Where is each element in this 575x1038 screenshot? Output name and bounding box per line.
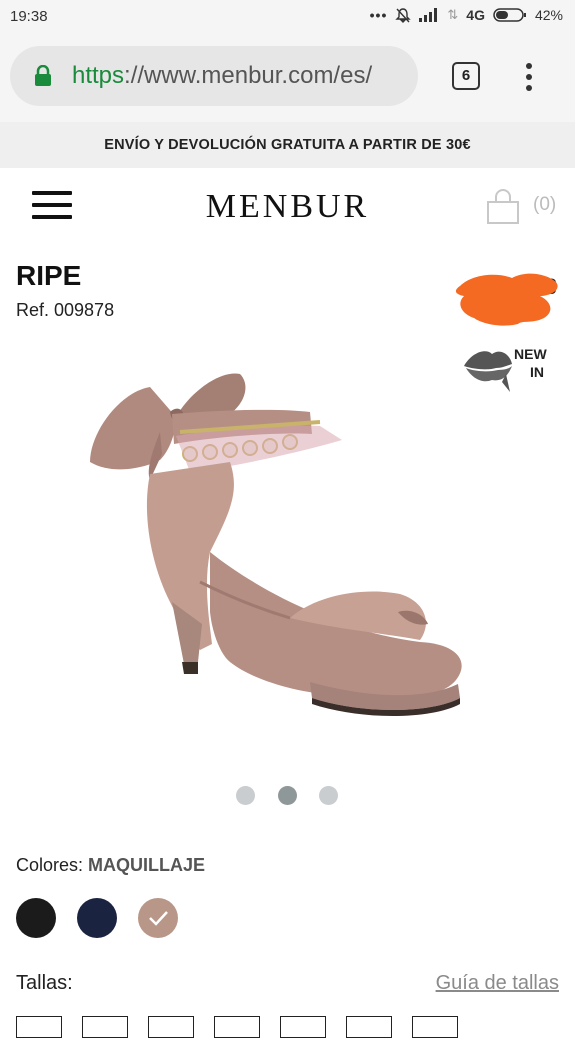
shopping-bag-icon[interactable]: [484, 188, 522, 226]
status-time: 19:38: [10, 8, 48, 25]
more-dots-icon: •••: [369, 7, 388, 23]
color-swatch-black[interactable]: [16, 898, 56, 938]
checkmark-icon: [149, 911, 168, 926]
address-bar[interactable]: https://www.menbur.com/es/: [10, 46, 418, 106]
signal-icon: [419, 8, 438, 22]
size-option[interactable]: [214, 1016, 260, 1038]
badge-in: IN: [530, 364, 544, 380]
network-type: 4G: [466, 7, 485, 23]
lock-icon: [35, 65, 51, 86]
badge-new: NEW: [514, 346, 547, 362]
size-option[interactable]: [346, 1016, 392, 1038]
colors-label: Colores: MAQUILLAJE: [16, 855, 205, 876]
size-option[interactable]: [412, 1016, 458, 1038]
color-swatch-maquillaje[interactable]: [138, 898, 178, 938]
status-bar: 19:38 ••• ⇅ 4G 42%: [0, 0, 575, 34]
battery-percent: 42%: [534, 7, 563, 23]
cart-count[interactable]: (0): [533, 194, 556, 216]
browser-toolbar: https://www.menbur.com/es/ 6: [0, 34, 575, 122]
promo-banner[interactable]: ENVÍO Y DEVOLUCIÓN GRATUITA A PARTIR DE …: [0, 122, 575, 168]
tab-switcher-button[interactable]: 6: [452, 62, 480, 90]
url-rest: ://www.menbur.com/es/: [124, 62, 373, 89]
product-reference: Ref. 009878: [16, 300, 115, 320]
url-scheme: https: [72, 62, 125, 89]
colors-label-text: Colores:: [16, 855, 84, 875]
gallery-dot-2[interactable]: [278, 786, 297, 805]
size-option[interactable]: [280, 1016, 326, 1038]
size-guide-link[interactable]: Guía de tallas: [436, 972, 559, 995]
selected-color-name: MAQUILLAJE: [88, 855, 206, 875]
data-arrows-icon: ⇅: [447, 7, 459, 22]
url-text[interactable]: https://www.menbur.com/es/: [72, 62, 414, 90]
bell-muted-icon: [395, 8, 412, 23]
status-icons: ••• ⇅ 4G 42%: [370, 7, 563, 23]
battery-icon: [493, 8, 526, 22]
gallery-dot-3[interactable]: [319, 786, 338, 805]
size-option[interactable]: [148, 1016, 194, 1038]
product-title: RIPE: [16, 260, 82, 291]
color-swatch-navy[interactable]: [77, 898, 117, 938]
overflow-menu-icon[interactable]: [524, 62, 534, 92]
gallery-dot-1[interactable]: [236, 786, 255, 805]
size-option[interactable]: [16, 1016, 62, 1038]
sizes-label: Tallas:: [16, 972, 73, 994]
product-image[interactable]: [80, 362, 480, 742]
size-option[interactable]: [82, 1016, 128, 1038]
price-redaction: [455, 273, 558, 326]
